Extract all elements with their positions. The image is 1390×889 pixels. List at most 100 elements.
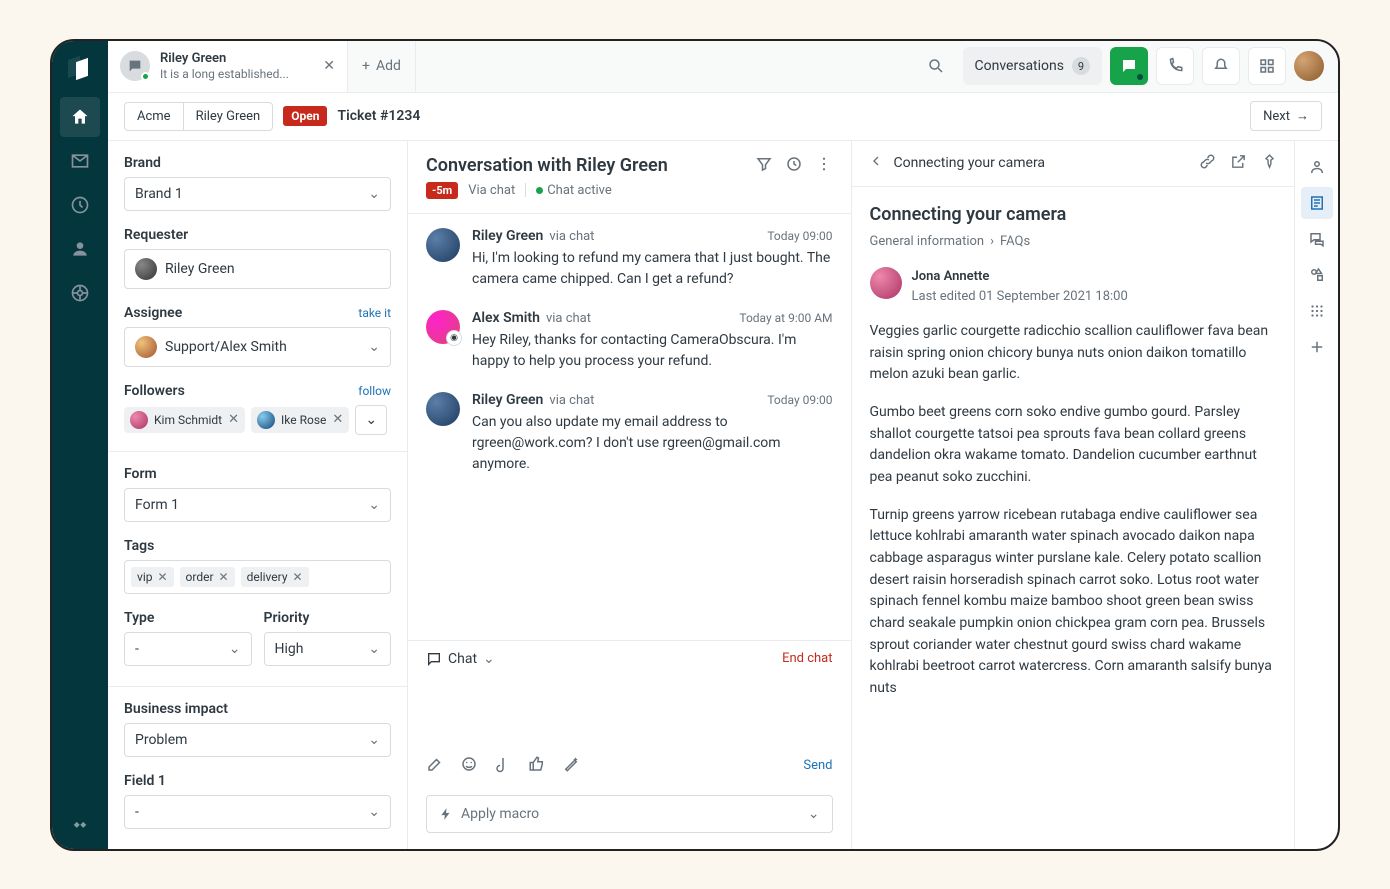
form-select[interactable]: Form 1⌄ — [124, 488, 391, 522]
notifications-button[interactable] — [1202, 47, 1240, 85]
nav-mail[interactable] — [60, 141, 100, 181]
tag-chip: vip✕ — [131, 567, 174, 587]
content-columns: Brand Brand 1⌄ Requester Riley Green Ass… — [108, 141, 1338, 849]
close-icon[interactable]: ✕ — [323, 58, 335, 74]
agent-badge-icon: ◉ — [446, 330, 462, 346]
kb-paragraph: Gumbo beet greens corn soko endive gumbo… — [870, 402, 1277, 489]
pin-icon[interactable] — [1261, 153, 1278, 174]
breadcrumb-row: Acme Riley Green Open Ticket #1234 Next … — [108, 93, 1338, 141]
remove-icon[interactable]: ✕ — [332, 412, 343, 427]
message: Riley Greenvia chatToday 09:00 Can you a… — [426, 392, 833, 475]
history-icon[interactable] — [785, 155, 803, 173]
ticket-tab[interactable]: Riley Green It is a long established... … — [108, 41, 348, 92]
kb-paragraph: Veggies garlic courgette radicchio scall… — [870, 321, 1277, 386]
chat-status-button[interactable] — [1110, 47, 1148, 85]
kb-title: Connecting your camera — [870, 201, 1277, 229]
phone-button[interactable] — [1156, 47, 1194, 85]
brand-label: Brand — [124, 155, 391, 171]
more-icon[interactable] — [815, 155, 833, 173]
priority-label: Priority — [264, 610, 392, 626]
rail-shapes[interactable] — [1301, 259, 1333, 291]
left-nav: ⬩⬩ — [52, 41, 108, 849]
assignee-select[interactable]: Support/Alex Smith⌄ — [124, 327, 391, 367]
avatar — [426, 392, 460, 426]
tag-chip: delivery✕ — [241, 567, 309, 587]
nav-help[interactable] — [60, 273, 100, 313]
avatar — [870, 267, 902, 299]
impact-label: Business impact — [124, 701, 391, 717]
conversations-pill[interactable]: Conversations 9 — [963, 47, 1102, 85]
follower-chip[interactable]: Kim Schmidt✕ — [124, 407, 245, 433]
follow-link[interactable]: follow — [358, 384, 391, 398]
tags-input[interactable]: vip✕ order✕ delivery✕ — [124, 560, 391, 594]
rail-conversations[interactable] — [1301, 223, 1333, 255]
field1-select[interactable]: -⌄ — [124, 795, 391, 829]
breadcrumb-requester[interactable]: Riley Green — [184, 102, 274, 131]
rail-knowledge[interactable] — [1301, 187, 1333, 219]
thumb-icon[interactable] — [528, 755, 546, 777]
requester-label: Requester — [124, 227, 391, 243]
chevron-down-icon: ⌄ — [368, 339, 380, 355]
end-chat-link[interactable]: End chat — [782, 651, 832, 666]
compose-icon[interactable] — [426, 755, 444, 777]
apply-macro-select[interactable]: Apply macro⌄ — [426, 795, 833, 833]
requester-select[interactable]: Riley Green — [124, 249, 391, 289]
emoji-icon[interactable] — [460, 755, 478, 777]
rail-user[interactable] — [1301, 151, 1333, 183]
kb-breadcrumb: General information›FAQs — [870, 232, 1277, 252]
kb-paragraph: Turnip greens yarrow ricebean rutabaga e… — [870, 505, 1277, 700]
next-button[interactable]: Next → — [1250, 101, 1322, 131]
wand-icon[interactable] — [562, 755, 580, 777]
kb-heading: Connecting your camera — [894, 155, 1046, 171]
nav-recent[interactable] — [60, 185, 100, 225]
message-list: Riley Greenvia chatToday 09:00 Hi, I'm l… — [408, 214, 851, 640]
header-actions: Conversations 9 — [903, 47, 1338, 85]
status-badge: Open — [283, 106, 327, 126]
send-button[interactable]: Send — [803, 758, 832, 773]
ticket-properties-panel: Brand Brand 1⌄ Requester Riley Green Ass… — [108, 141, 408, 849]
chat-status: Chat active — [547, 183, 612, 198]
ticket-number: Ticket #1234 — [337, 108, 420, 124]
right-rail — [1294, 141, 1338, 849]
rail-add[interactable] — [1301, 331, 1333, 363]
attach-icon[interactable] — [494, 755, 512, 777]
priority-select[interactable]: High⌄ — [264, 632, 392, 666]
link-icon[interactable] — [1199, 153, 1216, 174]
external-icon[interactable] — [1230, 153, 1247, 174]
profile-avatar[interactable] — [1294, 51, 1324, 81]
rail-apps[interactable] — [1301, 295, 1333, 327]
add-tab-button[interactable]: + Add — [348, 41, 416, 92]
app-window: ⬩⬩ Riley Green It is a long established.… — [50, 39, 1340, 851]
tabs-row: Riley Green It is a long established... … — [108, 41, 1338, 93]
filter-icon[interactable] — [755, 155, 773, 173]
impact-select[interactable]: Problem⌄ — [124, 723, 391, 757]
take-it-link[interactable]: take it — [358, 306, 391, 320]
follower-chip[interactable]: Ike Rose✕ — [251, 407, 349, 433]
message: Riley Greenvia chatToday 09:00 Hi, I'm l… — [426, 228, 833, 290]
add-label: Add — [376, 58, 401, 74]
apps-button[interactable] — [1248, 47, 1286, 85]
breadcrumb-org[interactable]: Acme — [124, 102, 184, 131]
conversation-panel: Conversation with Riley Green -5m Via ch… — [408, 141, 852, 849]
tab-title: Riley Green — [160, 51, 289, 67]
remove-icon[interactable]: ✕ — [228, 412, 239, 427]
reply-channel-select[interactable]: Chat⌄ — [426, 651, 495, 667]
field1-label: Field 1 — [124, 773, 391, 789]
followers-more[interactable]: ⌄ — [355, 405, 387, 435]
conversations-label: Conversations — [975, 58, 1064, 74]
nav-home[interactable] — [60, 97, 100, 137]
type-select[interactable]: -⌄ — [124, 632, 252, 666]
remove-icon[interactable]: ✕ — [293, 570, 303, 584]
followers-label: Followers — [124, 383, 185, 399]
remove-icon[interactable]: ✕ — [157, 570, 167, 584]
assignee-label: Assignee — [124, 305, 182, 321]
back-icon[interactable] — [868, 153, 884, 173]
remove-icon[interactable]: ✕ — [219, 570, 229, 584]
brand-select[interactable]: Brand 1⌄ — [124, 177, 391, 211]
nav-customers[interactable] — [60, 229, 100, 269]
reply-area: Chat⌄ End chat Send — [408, 640, 851, 849]
chat-icon — [120, 51, 150, 81]
kb-author: Jona AnnetteLast edited 01 September 202… — [870, 267, 1277, 307]
reply-input[interactable] — [408, 677, 851, 747]
search-button[interactable] — [917, 47, 955, 85]
